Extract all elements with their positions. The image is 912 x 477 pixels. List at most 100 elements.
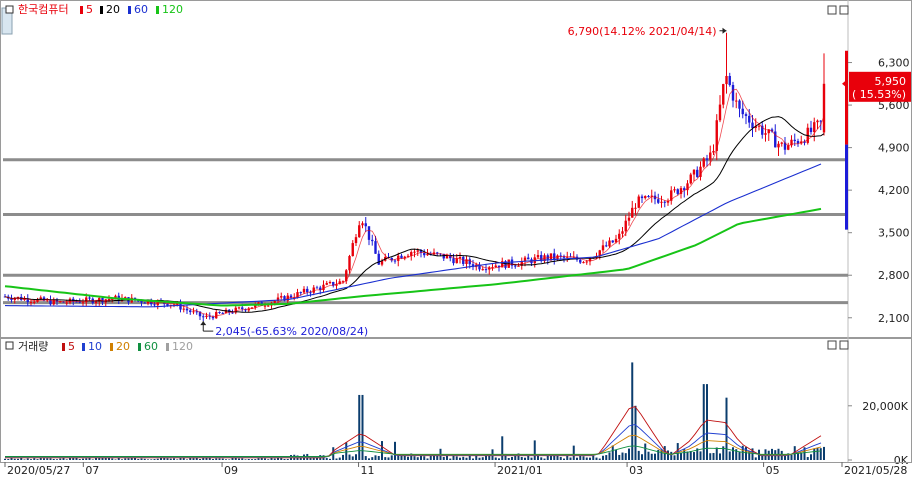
volume-bar xyxy=(127,458,130,460)
volume-panel-maximize-button[interactable] xyxy=(839,340,849,350)
candle-body xyxy=(423,252,426,256)
volume-bar xyxy=(108,458,110,460)
volume-bar xyxy=(819,448,822,460)
price-panel-maximize-button[interactable] xyxy=(839,5,849,15)
volume-bar xyxy=(608,452,611,460)
legend-checkbox-icon[interactable] xyxy=(5,5,14,14)
candle-body xyxy=(351,243,354,257)
volume-bar xyxy=(784,455,786,460)
volume-bar xyxy=(524,457,526,460)
volume-bar xyxy=(30,459,32,460)
candle-body xyxy=(361,223,364,226)
volume-bar xyxy=(459,457,461,460)
volume-bar xyxy=(452,455,455,460)
candle-body xyxy=(371,239,374,242)
candle-body xyxy=(660,201,663,203)
volume-bar xyxy=(423,456,426,460)
volume-bar xyxy=(654,453,656,460)
price-tick-label: 4,900 xyxy=(878,142,910,155)
volume-bar xyxy=(481,457,484,460)
candle-body xyxy=(718,104,722,121)
volume-bar xyxy=(641,454,643,460)
volume-bar xyxy=(670,451,673,460)
volume-legend-label: 20 xyxy=(116,340,130,353)
candle-body xyxy=(822,83,826,133)
candle-body xyxy=(280,296,283,298)
current-price-change: ( 15.53%) xyxy=(852,88,906,101)
volume-panel-minimize-button[interactable] xyxy=(827,340,837,350)
candle-body xyxy=(751,122,754,129)
volume-legend-label: 5 xyxy=(68,340,75,353)
candle-body xyxy=(312,287,315,293)
volume-bar xyxy=(228,459,231,460)
volume-bar xyxy=(46,458,49,460)
candle-body xyxy=(553,253,556,260)
candle-body xyxy=(29,301,33,303)
volume-bar xyxy=(33,458,36,460)
volume-bar xyxy=(455,456,458,460)
candle-body xyxy=(215,311,218,319)
volume-bar xyxy=(520,456,523,460)
volume-bar xyxy=(283,458,286,460)
candle-body xyxy=(813,122,816,133)
volume-bar xyxy=(693,452,695,460)
candle-body xyxy=(676,189,679,194)
candle-body xyxy=(192,311,195,313)
volume-bar xyxy=(361,394,364,460)
volume-bar xyxy=(23,459,26,460)
stock-name-label: 한국컴퓨터 xyxy=(18,3,69,16)
volume-bar xyxy=(143,458,146,460)
candle-body xyxy=(484,269,488,271)
volume-bar xyxy=(247,458,250,460)
volume-bar xyxy=(634,405,637,460)
volume-bar xyxy=(719,453,721,460)
volume-bar xyxy=(806,457,809,460)
candle-body xyxy=(696,169,699,177)
candle-body xyxy=(374,241,377,254)
candle-body xyxy=(218,311,221,314)
volume-bar xyxy=(199,458,201,460)
volume-bar xyxy=(813,448,816,460)
candle-body xyxy=(757,125,761,127)
volume-bar xyxy=(624,453,627,460)
candle-body xyxy=(88,297,91,299)
price-panel-minimize-button[interactable] xyxy=(827,5,837,15)
volume-bar xyxy=(559,456,562,460)
legend-ma-label: 5 xyxy=(86,3,93,16)
volume-bar xyxy=(202,458,205,460)
volume-bar xyxy=(371,457,374,460)
candle-body xyxy=(315,287,319,289)
volume-bar xyxy=(218,458,221,460)
volume-bar xyxy=(114,459,117,460)
volume-bar xyxy=(689,451,692,460)
candle-body xyxy=(780,142,783,144)
volume-bar xyxy=(416,457,419,460)
candle-body xyxy=(748,115,751,123)
volume-bar xyxy=(426,458,429,460)
candle-body xyxy=(94,301,98,304)
volume-bar xyxy=(468,455,471,460)
candle-body xyxy=(618,233,621,239)
x-tick-label: 2021/05/28 xyxy=(844,464,907,477)
volume-bar xyxy=(124,458,127,460)
volume-bar xyxy=(85,458,88,460)
candle-body xyxy=(153,304,156,306)
legend-swatch xyxy=(80,6,83,14)
volume-bar xyxy=(241,458,244,460)
candle-body xyxy=(33,301,36,303)
candle-body xyxy=(689,174,692,184)
volume-bar xyxy=(598,458,601,460)
volume-bar xyxy=(368,458,370,460)
volume-bar xyxy=(712,452,715,460)
candle-body xyxy=(608,240,611,247)
volume-bar xyxy=(715,447,718,460)
x-tick-label: 03 xyxy=(629,464,643,477)
volume-bar xyxy=(251,459,253,460)
volume-bar xyxy=(52,458,55,460)
volume-legend-checkbox-icon[interactable] xyxy=(5,341,14,350)
volume-bar xyxy=(449,458,452,460)
volume-bar xyxy=(738,451,741,460)
volume-bar xyxy=(501,436,504,460)
volume-bar xyxy=(244,459,247,460)
volume-bar xyxy=(140,458,143,460)
